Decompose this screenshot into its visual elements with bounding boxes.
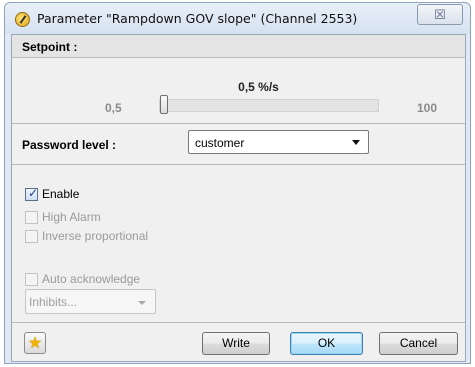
- parameter-dialog: Parameter "Rampdown GOV slope" (Channel …: [4, 2, 471, 364]
- chevron-down-icon: [352, 140, 360, 145]
- checkmark-icon: ✓: [28, 186, 39, 200]
- inverse-proportional-label: Inverse proportional: [42, 229, 149, 243]
- enable-label: Enable: [42, 187, 80, 201]
- star-icon: ★: [27, 333, 43, 352]
- write-button[interactable]: Write: [202, 332, 270, 355]
- password-level-select[interactable]: customer: [188, 130, 369, 154]
- inhibits-dropdown[interactable]: Inhibits...: [25, 289, 156, 314]
- password-level-label: Password level :: [22, 138, 117, 152]
- setpoint-slider-thumb[interactable]: [160, 95, 168, 114]
- divider: [12, 322, 465, 323]
- setpoint-value: 0,5 %/s: [238, 80, 279, 94]
- close-button[interactable]: ☒: [417, 4, 463, 25]
- auto-acknowledge-checkbox-box[interactable]: [25, 273, 38, 286]
- setpoint-slider-track[interactable]: [159, 99, 379, 112]
- gauge-icon: [15, 12, 30, 27]
- title-bar[interactable]: Parameter "Rampdown GOV slope" (Channel …: [5, 3, 470, 34]
- inhibits-placeholder: Inhibits...: [29, 295, 78, 309]
- setpoint-header: Setpoint :: [12, 35, 465, 58]
- divider: [12, 123, 465, 124]
- inverse-proportional-checkbox-box[interactable]: [25, 230, 38, 243]
- ok-button[interactable]: OK: [290, 332, 363, 355]
- dialog-body: Setpoint : 0,5 %/s 0,5 100 Password leve…: [11, 34, 466, 362]
- auto-acknowledge-label: Auto acknowledge: [42, 272, 141, 286]
- divider: [12, 164, 465, 165]
- cancel-button[interactable]: Cancel: [379, 332, 458, 355]
- setpoint-label: Setpoint :: [22, 40, 78, 54]
- high-alarm-label: High Alarm: [42, 210, 101, 224]
- slider-min-label: 0,5: [105, 101, 122, 115]
- slider-max-label: 100: [417, 101, 438, 115]
- high-alarm-checkbox-box[interactable]: [25, 211, 38, 224]
- favorite-button[interactable]: ★: [24, 332, 46, 354]
- close-icon: ☒: [434, 7, 446, 22]
- password-level-value: customer: [195, 136, 245, 150]
- enable-checkbox-box[interactable]: ✓: [25, 186, 39, 201]
- chevron-down-icon: [138, 301, 146, 305]
- window-title: Parameter "Rampdown GOV slope" (Channel …: [37, 11, 358, 26]
